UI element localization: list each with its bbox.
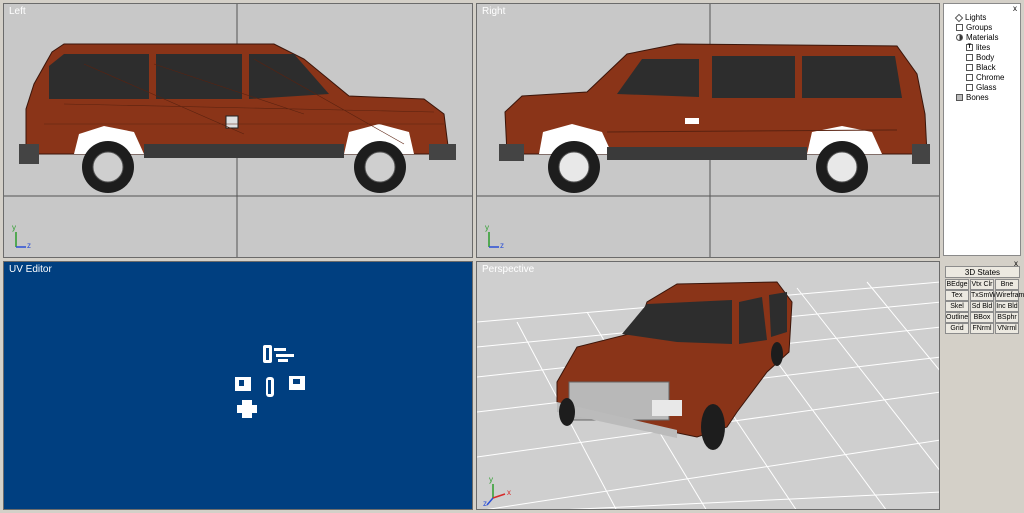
close-icon[interactable]: x xyxy=(1013,4,1017,13)
state-button[interactable]: Outline xyxy=(945,312,969,323)
perspective-canvas xyxy=(477,281,939,509)
axis-label-z: z xyxy=(27,241,31,250)
axis-label-z: z xyxy=(483,499,487,508)
tree-item-label: Bones xyxy=(966,93,989,102)
light-icon xyxy=(954,13,964,23)
tree-item-label: Chrome xyxy=(976,73,1005,82)
state-button[interactable]: Bne Clr xyxy=(995,279,1019,298)
state-button[interactable]: Inc Bld xyxy=(995,301,1019,312)
right-viewport[interactable]: Right y z xyxy=(476,3,940,258)
uv-canvas xyxy=(235,345,305,418)
axis-label-y: y xyxy=(485,223,489,232)
tree-item-label: Groups xyxy=(966,23,993,32)
texture-icon: T xyxy=(966,44,973,52)
axis-label-y: y xyxy=(12,223,16,232)
material-icon xyxy=(966,54,973,62)
viewport-title-perspective: Perspective xyxy=(482,264,535,275)
viewport-title-left: Left xyxy=(9,6,26,17)
van-side-right xyxy=(499,43,930,193)
axis-label-x: x xyxy=(507,488,511,497)
state-button[interactable]: Vtx Clr xyxy=(970,279,994,290)
material-icon xyxy=(966,64,973,72)
state-button[interactable]: BBox xyxy=(970,312,994,323)
state-button[interactable]: Sd Bld xyxy=(970,301,994,312)
tree-item[interactable]: Glass xyxy=(966,83,996,93)
state-button[interactable]: TxSmWr xyxy=(970,290,998,301)
tree-item-label: Black xyxy=(976,63,996,72)
van-perspective xyxy=(556,281,793,450)
left-view-canvas xyxy=(4,4,472,257)
groups-icon xyxy=(956,24,963,32)
tree-item[interactable]: Body xyxy=(966,53,994,63)
axis-label-y: y xyxy=(489,475,493,484)
viewport-title-uv: UV Editor xyxy=(9,264,52,275)
axis-label-z: z xyxy=(500,241,504,250)
tree-item[interactable]: Lights xyxy=(954,13,987,23)
states-title-button[interactable]: 3D States xyxy=(945,266,1020,278)
scene-tree-panel: x Lights Groups Materials Tlites Body Black Ch… xyxy=(943,3,1021,256)
perspective-viewport[interactable]: Perspective y x z xyxy=(476,261,940,510)
right-view-canvas xyxy=(477,4,939,257)
tree-item[interactable]: Materials xyxy=(956,33,998,43)
state-button[interactable]: Wireframe xyxy=(995,290,1024,301)
materials-icon xyxy=(956,34,963,42)
state-button[interactable]: BSphr xyxy=(995,312,1019,323)
tree-item[interactable]: Chrome xyxy=(966,73,1004,83)
uv-editor-viewport[interactable]: UV Editor xyxy=(3,261,473,510)
state-button[interactable]: VNrml xyxy=(995,323,1019,334)
tree-item[interactable]: Groups xyxy=(956,23,992,33)
material-icon xyxy=(966,84,973,92)
state-button[interactable]: Skel xyxy=(945,301,969,312)
state-button[interactable]: Grid xyxy=(945,323,969,334)
material-icon xyxy=(966,74,973,82)
tree-item-label: Glass xyxy=(976,83,997,92)
tree-item-label: Materials xyxy=(966,33,999,42)
state-button[interactable]: Tex Srn xyxy=(945,290,969,309)
tree-item[interactable]: Tlites xyxy=(966,43,990,53)
tree-item-label: Body xyxy=(976,53,995,62)
state-button[interactable]: BEdge xyxy=(945,279,969,290)
states-panel: x 3D States BEdgeVtx ClrBne ClrTex SrnTx… xyxy=(943,259,1024,511)
tree-item[interactable]: Bones xyxy=(956,93,989,103)
bones-icon xyxy=(956,94,963,102)
tree-item-label: Lights xyxy=(965,13,987,22)
state-button[interactable]: FNrml xyxy=(970,323,994,334)
tree-item-label: lites xyxy=(976,43,991,52)
left-viewport[interactable]: Left y z xyxy=(3,3,473,258)
tree-item[interactable]: Black xyxy=(966,63,996,73)
viewport-title-right: Right xyxy=(482,6,506,17)
